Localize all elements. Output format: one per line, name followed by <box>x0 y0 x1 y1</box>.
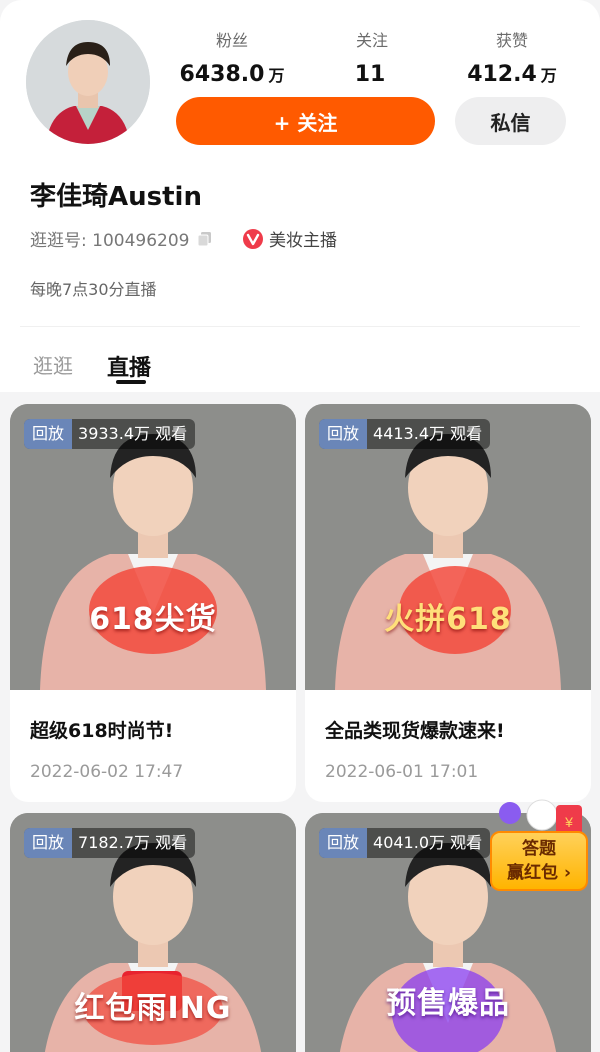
card-title: 全品类现货爆款速来! <box>325 720 505 742</box>
live-replay-card[interactable]: 618尖货 回放 3933.4万 观看 超级618时尚节! 2022-06-02… <box>10 404 296 802</box>
stat-value: 11 <box>354 62 386 87</box>
view-count: 4413.4万 观看 <box>373 424 483 443</box>
bio-text: 每晚7点30分直播 <box>30 280 157 299</box>
stat-label: 关注 <box>355 31 388 50</box>
profile-header: 粉丝 6438.0 万 关注 11 获赞 412.4 万 + 关注 私信 李佳琦Au… <box>0 0 600 392</box>
replay-badge: 回放 3933.4万 观看 <box>24 419 196 449</box>
card-time: 2022-06-02 17:47 <box>30 762 184 782</box>
tab-guangguang[interactable]: 逛逛 <box>33 350 73 379</box>
card-title: 超级618时尚节! <box>30 720 174 742</box>
replay-label: 回放 <box>24 419 73 449</box>
replay-label: 回放 <box>319 419 368 449</box>
active-tab-indicator <box>116 380 146 384</box>
quiz-box: 答题 赢红包 › <box>490 831 588 891</box>
stat-value: 6438.0 万 <box>179 62 285 87</box>
live-replay-card[interactable]: 红包雨ING 回放 7182.7万 观看 <box>10 813 296 1052</box>
card-time: 2022-06-01 17:01 <box>325 762 479 782</box>
replay-badge: 回放 4041.0万 观看 <box>319 828 491 858</box>
replay-badge: 回放 7182.7万 观看 <box>24 828 196 858</box>
stat-fans[interactable]: 粉丝 6438.0 万 <box>157 30 307 93</box>
avatar[interactable] <box>26 20 150 144</box>
replay-badge: 回放 4413.4万 观看 <box>319 419 491 449</box>
view-count: 4041.0万 观看 <box>373 833 483 852</box>
svg-text:¥: ¥ <box>564 814 573 830</box>
verified-v-icon <box>243 228 263 249</box>
live-replay-card[interactable]: 火拼618 回放 4413.4万 观看 全品类现货爆款速来! 2022-06-0… <box>305 404 591 802</box>
quiz-line-1: 答题 <box>522 839 556 859</box>
stat-label: 粉丝 <box>215 31 248 50</box>
category-tag[interactable]: 美妆主播 <box>243 226 337 251</box>
quiz-red-packet-widget[interactable]: ¥ 答题 赢红包 › <box>490 795 590 895</box>
follow-button[interactable]: + 关注 <box>176 97 435 145</box>
copy-icon[interactable] <box>197 231 213 247</box>
card-overlay-text: 红包雨ING <box>74 991 232 1026</box>
replay-label: 回放 <box>319 828 368 858</box>
account-id-text: 逛逛号: 100496209 <box>30 231 190 251</box>
stat-following[interactable]: 关注 11 <box>297 30 447 93</box>
card-overlay-text: 预售爆品 <box>386 986 510 1021</box>
quiz-line-2: 赢红包 › <box>507 863 571 883</box>
stat-label: 获赞 <box>495 31 528 50</box>
card-overlay-text: 火拼618 <box>384 602 512 637</box>
account-id: 逛逛号: 100496209 <box>30 226 213 251</box>
divider <box>20 326 580 327</box>
tab-live[interactable]: 直播 <box>107 350 151 382</box>
profile-name: 李佳琦Austin <box>30 182 202 212</box>
view-count: 3933.4万 观看 <box>78 424 188 443</box>
stat-value: 412.4 万 <box>467 62 557 87</box>
stat-likes[interactable]: 获赞 412.4 万 <box>437 30 587 93</box>
view-count: 7182.7万 观看 <box>78 833 188 852</box>
message-button[interactable]: 私信 <box>455 97 566 145</box>
card-overlay-text: 618尖货 <box>89 602 217 637</box>
replay-label: 回放 <box>24 828 73 858</box>
tag-label: 美妆主播 <box>269 231 337 251</box>
